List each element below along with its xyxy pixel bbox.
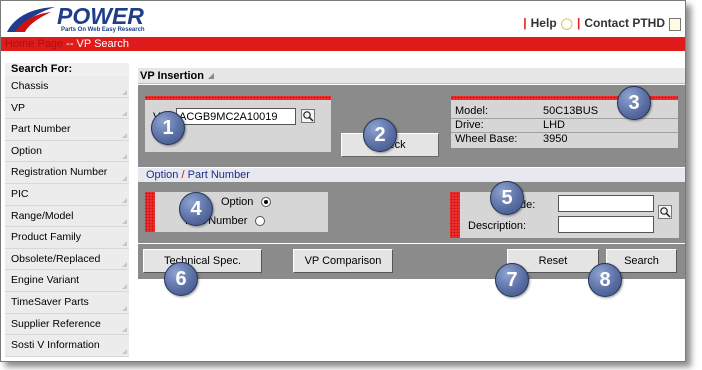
callout-marker: 5 [490,181,524,215]
option-part-panel: Option Part Number Code: Description: [138,182,685,243]
lightbulb-icon: ◯ [560,17,573,30]
callout-marker: 4 [179,192,213,226]
breadcrumb: Home Page -- VP Search [1,37,685,51]
app-window: POWER Parts On Web Easy Research | Help … [0,0,686,362]
sidebar-item-registration-number[interactable]: Registration Number [5,162,129,184]
vp-insertion-panel: VP Check Model: 50C13BUS Drive: [138,85,685,167]
sidebar-item-part-number[interactable]: Part Number [5,119,129,141]
collapse-icon[interactable] [207,73,214,79]
callout-marker: 7 [495,263,529,297]
dotted-border [450,192,460,238]
breadcrumb-current: VP Search [76,38,129,50]
option-tab-link[interactable]: Option [146,169,178,181]
sidebar-item-product-family[interactable]: Product Family [5,227,129,249]
sidebar-item-vp[interactable]: VP [5,97,129,120]
sidebar-item-sosti-v-information[interactable]: Sosti V Information [5,335,129,357]
lookup-icon[interactable] [301,109,315,123]
vp-input[interactable] [176,108,296,125]
contact-link[interactable]: Contact PTHD [584,16,665,30]
sidebar-item-engine-variant[interactable]: Engine Variant [5,270,129,292]
callout-marker: 8 [588,263,622,297]
dotted-border [145,96,331,100]
dotted-border [145,192,155,232]
description-input[interactable] [558,216,654,233]
logo-name: POWER [57,3,144,29]
divider: | [576,16,581,30]
code-description-box: Code: Description: [450,192,679,238]
header: POWER Parts On Web Easy Research | Help … [1,1,685,37]
breadcrumb-home-link[interactable]: Home Page [5,38,63,50]
logo[interactable]: POWER Parts On Web Easy Research [5,3,153,36]
divider: | [523,16,527,30]
sidebar: Search For: Chassis VP Part Number Optio… [5,63,129,357]
callout-marker: 3 [617,86,651,120]
notepad-icon [669,17,681,31]
sidebar-item-option[interactable]: Option [5,140,129,163]
info-value: LHD [543,119,566,131]
sidebar-item-obsolete-replaced[interactable]: Obsolete/Replaced [5,248,129,271]
info-key: Wheel Base: [455,133,518,145]
logo-tagline: Parts On Web Easy Research [61,27,145,33]
callout-marker: 2 [363,118,397,152]
code-input[interactable] [558,195,654,212]
info-row-drive: Drive: LHD [451,119,678,133]
help-link[interactable]: Help [531,16,557,30]
lookup-icon[interactable] [658,205,672,219]
vp-insertion-title: VP Insertion [138,68,685,84]
info-row-model: Model: 50C13BUS [451,105,678,119]
top-links: | Help ◯ | Contact PTHD [523,16,681,31]
info-key: Drive: [455,119,484,131]
info-value: 3950 [543,133,568,145]
technical-spec-button[interactable]: Technical Spec. [143,249,262,273]
section-title-text: VP Insertion [140,70,204,82]
title-separator: / [181,169,185,181]
sidebar-item-timesaver-parts[interactable]: TimeSaver Parts [5,291,129,314]
part-number-tab-link[interactable]: Part Number [188,169,250,181]
info-row-wheel-base: Wheel Base: 3950 [455,133,567,146]
sidebar-item-range-model[interactable]: Range/Model [5,205,129,228]
sidebar-item-pic[interactable]: PIC [5,183,129,206]
vp-comparison-button[interactable]: VP Comparison [293,249,393,273]
radio-option-label: Option [221,196,254,208]
breadcrumb-separator: -- [63,38,77,50]
description-label: Description: [468,220,527,232]
info-key: Model: [455,105,489,117]
radio-option-row[interactable]: Option [221,196,272,208]
sidebar-item-chassis[interactable]: Chassis [5,76,129,98]
callout-marker: 6 [164,262,198,296]
info-value: 50C13BUS [543,105,599,117]
main-panel: VP Insertion VP Check Model: 50C13BUS [138,63,685,361]
sidebar-heading: Search For: [5,63,129,76]
logo-swoosh-icon [7,7,55,32]
radio-option[interactable] [261,197,272,207]
callout-marker: 1 [151,111,185,145]
sidebar-item-supplier-reference[interactable]: Supplier Reference [5,313,129,336]
search-type-box: Option Part Number [145,192,328,232]
option-part-title: Option / Part Number [138,168,685,182]
radio-part-number[interactable] [255,216,266,226]
